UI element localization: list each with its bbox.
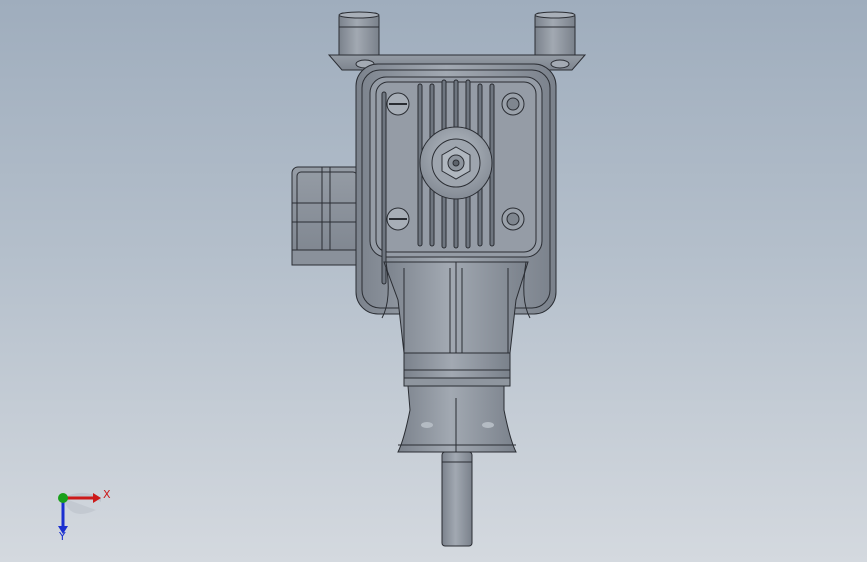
bolt-hole-top-right xyxy=(501,92,525,116)
glow-plug-boss xyxy=(419,126,493,200)
bolt-hole-bottom-right xyxy=(501,207,525,231)
screw-top-left xyxy=(386,92,410,116)
mounting-post-left xyxy=(338,11,380,62)
screw-bottom-left xyxy=(386,207,410,231)
axis-triad: X Y xyxy=(48,480,118,546)
z-axis-dot xyxy=(58,493,68,503)
side-connector xyxy=(291,166,363,266)
graphics-viewport[interactable]: X Y xyxy=(0,0,867,562)
prop-drive-washer xyxy=(397,385,517,453)
mounting-post-right xyxy=(534,11,576,62)
crankshaft xyxy=(441,451,473,547)
x-axis-label: X xyxy=(103,488,111,501)
y-axis-label: Y xyxy=(59,530,66,543)
engine-model[interactable] xyxy=(0,0,867,562)
